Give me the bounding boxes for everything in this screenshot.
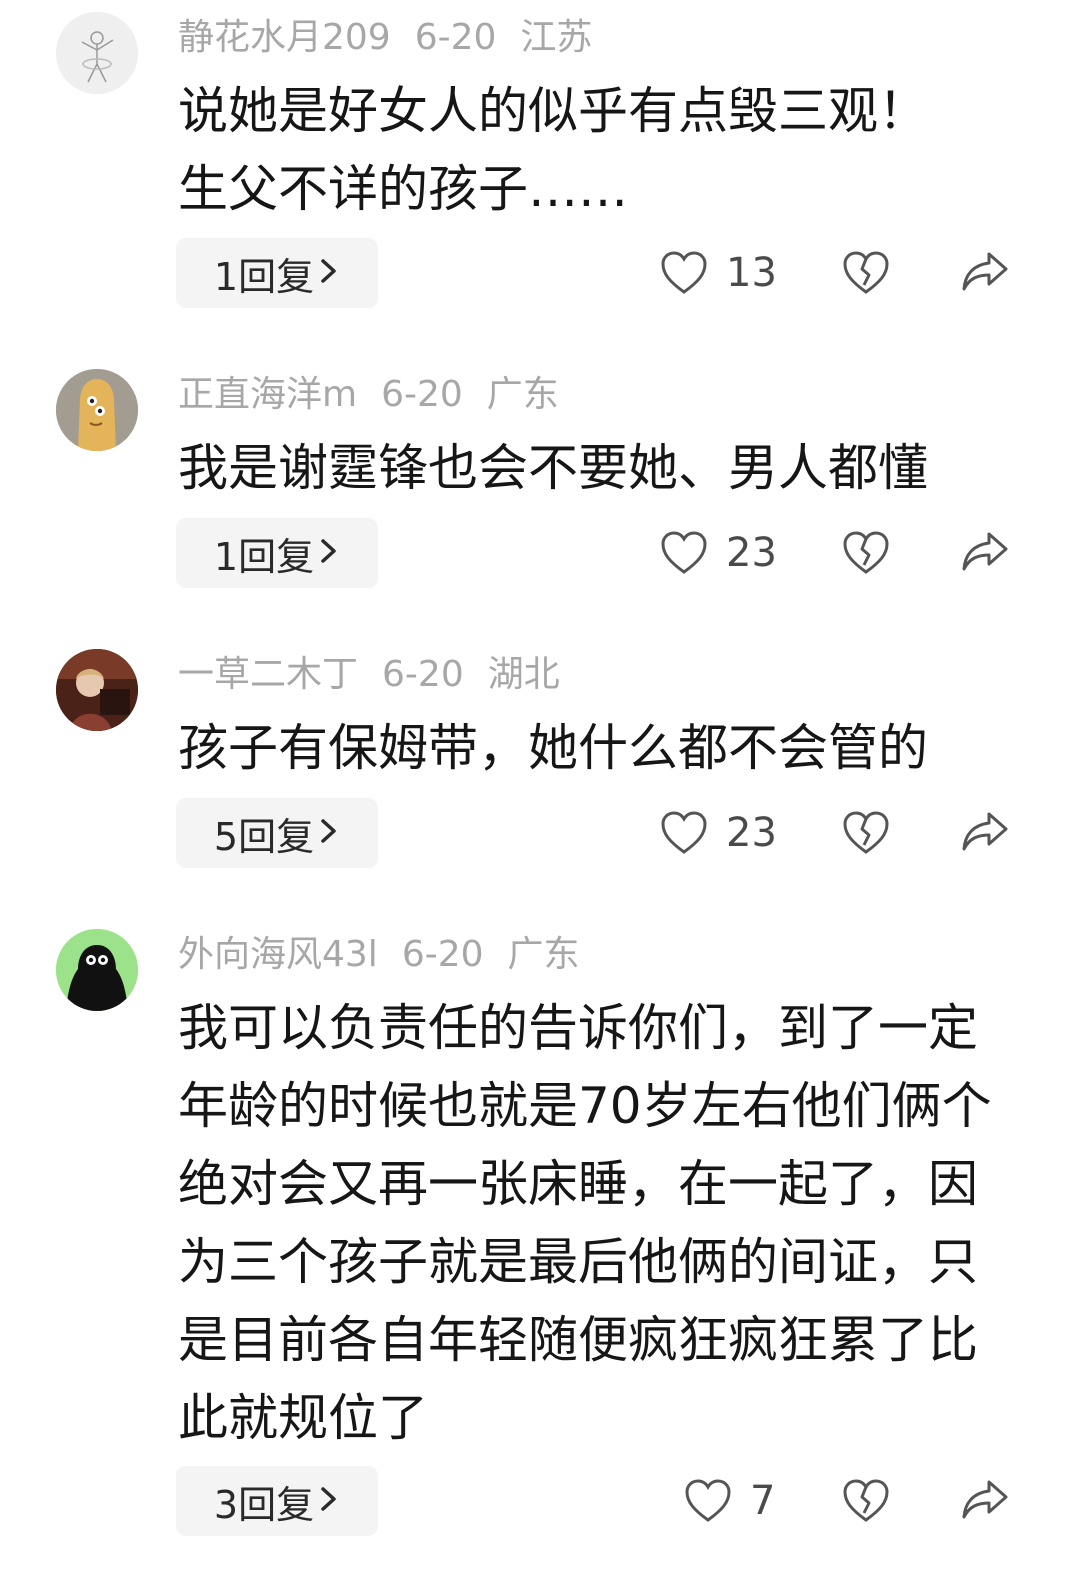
username[interactable]: 正直海洋m [178, 374, 357, 415]
black-bird-avatar-icon [56, 929, 138, 1011]
reply-button[interactable]: 3回复 [176, 1466, 378, 1536]
comment-date: 6-20 [382, 654, 464, 695]
reply-label: 1回复 [213, 534, 315, 579]
reply-label: 1回复 [213, 254, 315, 299]
reply-button[interactable]: 5回复 [176, 798, 378, 868]
heart-outline-icon[interactable] [660, 530, 708, 580]
comment-text: 我可以负责任的告诉你们，到了一定年龄的时候也就是70岁左右他们俩个绝对会又再一张… [178, 999, 992, 1447]
chevron-right-icon [318, 251, 340, 295]
comment-meta: 外向海风43l 6-20 广东 [178, 929, 604, 981]
reply-button[interactable]: 1回复 [176, 518, 378, 588]
heart-outline-icon[interactable] [684, 1478, 732, 1528]
like-count: 23 [726, 810, 777, 856]
avatar[interactable] [56, 649, 138, 731]
comment-text: 孩子有保姆带，她什么都不会管的 [178, 719, 928, 777]
like-count: 23 [726, 530, 777, 576]
comment-location: 江苏 [520, 17, 593, 58]
heart-outline-icon[interactable] [660, 250, 708, 300]
comment-location: 广东 [507, 934, 580, 975]
broken-heart-icon[interactable] [842, 810, 890, 860]
cartoon-creature-avatar-icon [56, 369, 138, 451]
comment-location: 湖北 [487, 654, 560, 695]
comment-text: 我是谢霆锋也会不要她、男人都懂 [178, 439, 928, 497]
chevron-right-icon [318, 531, 340, 575]
share-arrow-icon[interactable] [960, 530, 1010, 578]
like-count: 13 [726, 250, 777, 296]
photo-avatar-icon [56, 649, 138, 731]
comment-date: 6-20 [414, 17, 497, 58]
broken-heart-icon[interactable] [842, 530, 890, 580]
reply-button[interactable]: 1回复 [176, 238, 378, 308]
username[interactable]: 一草二木丁 [178, 654, 358, 695]
reply-label: 3回复 [213, 1482, 315, 1527]
ballerina-sketch-avatar-icon [56, 12, 138, 94]
comment-date: 6-20 [381, 374, 463, 415]
comment-meta: 正直海洋m 6-20 广东 [178, 369, 583, 421]
comment-text: 说她是好女人的似乎有点毁三观！ 生父不详的孩子…… [178, 82, 928, 218]
comment-meta: 静花水月209 6-20 江苏 [178, 12, 616, 64]
reply-label: 5回复 [213, 814, 315, 859]
broken-heart-icon[interactable] [842, 250, 890, 300]
username[interactable]: 外向海风43l [178, 934, 378, 975]
avatar[interactable] [56, 12, 138, 94]
share-arrow-icon[interactable] [960, 1478, 1010, 1526]
avatar[interactable] [56, 369, 138, 451]
share-arrow-icon[interactable] [960, 810, 1010, 858]
broken-heart-icon[interactable] [842, 1478, 890, 1528]
like-count: 7 [750, 1478, 776, 1524]
comment-location: 广东 [486, 374, 559, 415]
chevron-right-icon [318, 1479, 340, 1523]
heart-outline-icon[interactable] [660, 810, 708, 860]
comment-meta: 一草二木丁 6-20 湖北 [178, 649, 584, 701]
username[interactable]: 静花水月209 [178, 17, 391, 58]
avatar[interactable] [56, 929, 138, 1011]
chevron-right-icon [318, 811, 340, 855]
comment-date: 6-20 [401, 934, 484, 975]
share-arrow-icon[interactable] [960, 250, 1010, 298]
